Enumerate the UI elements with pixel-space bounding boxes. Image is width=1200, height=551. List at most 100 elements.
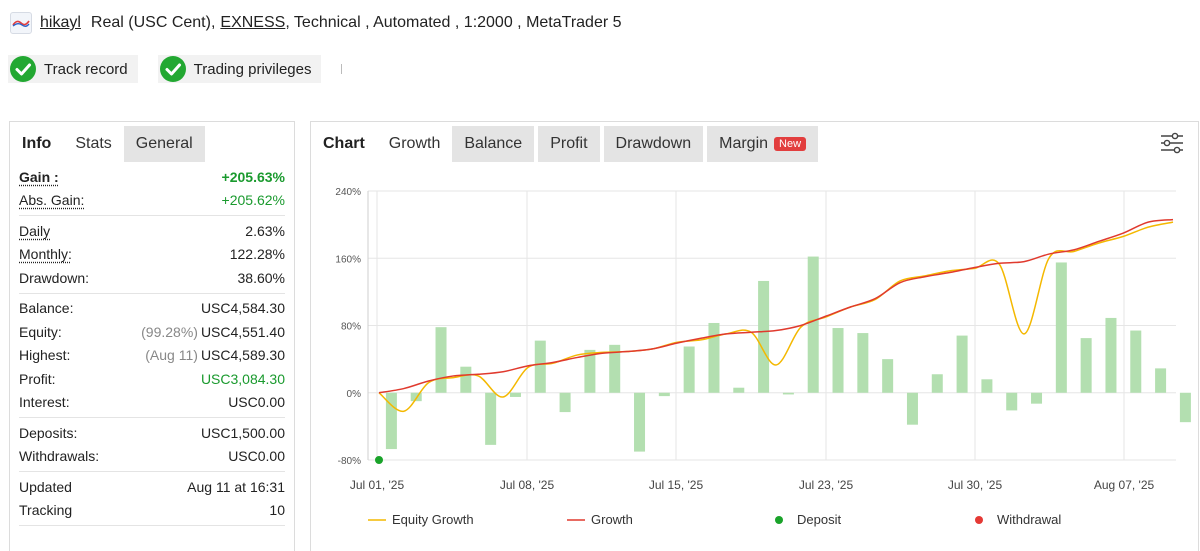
legend-label: Deposit bbox=[797, 512, 841, 527]
stats-group: Gain : +205.63% Abs. Gain: +205.62% bbox=[19, 162, 285, 216]
account-header: hikayl Real (USC Cent), EXNESS , Technic… bbox=[10, 10, 622, 36]
y-tick-label: 80% bbox=[341, 322, 361, 333]
legend-item[interactable]: Equity Growth bbox=[368, 512, 474, 527]
account-type: Real (USC Cent), bbox=[90, 14, 216, 31]
tab-margin[interactable]: Margin New bbox=[707, 126, 819, 162]
equity-growth-line bbox=[378, 221, 1174, 412]
stat-value-text: 122.28% bbox=[229, 246, 285, 263]
legend-label: Equity Growth bbox=[392, 512, 474, 527]
check-icon bbox=[159, 56, 186, 82]
bar bbox=[1055, 262, 1067, 393]
stat-row: Updated Aug 11 at 16:31 bbox=[19, 475, 285, 499]
stat-value: 2.63% bbox=[245, 223, 285, 239]
stat-label: Drawdown: bbox=[19, 269, 90, 286]
badge-label: Track record bbox=[44, 60, 128, 78]
bar bbox=[410, 392, 422, 402]
stat-value-text: USC3,084.30 bbox=[200, 370, 285, 387]
stat-value: +205.62% bbox=[222, 192, 285, 208]
y-tick-label: 240% bbox=[335, 187, 361, 198]
stat-label: Balance: bbox=[19, 300, 74, 317]
stat-label: Equity: bbox=[19, 323, 62, 340]
bar bbox=[634, 392, 646, 452]
legend-item[interactable]: Growth bbox=[567, 512, 633, 527]
deposit-marker bbox=[375, 456, 383, 464]
bar bbox=[882, 359, 894, 393]
x-tick-label: Aug 07, '25 bbox=[1094, 478, 1155, 492]
bar bbox=[1031, 392, 1043, 404]
bar bbox=[460, 366, 472, 393]
bar bbox=[782, 392, 794, 395]
tab-margin-label: Margin bbox=[719, 135, 769, 152]
legend-item[interactable]: Withdrawal bbox=[975, 512, 1061, 527]
stat-value-text: 38.60% bbox=[237, 269, 285, 286]
tab-balance[interactable]: Balance bbox=[452, 126, 535, 162]
legend-swatch bbox=[775, 516, 783, 524]
stat-value: (Aug 11) USC4,589.30 bbox=[145, 347, 285, 363]
legend-swatch bbox=[975, 516, 983, 524]
y-tick-label: 160% bbox=[335, 254, 361, 265]
stat-label: Highest: bbox=[19, 347, 71, 364]
tab-profit[interactable]: Profit bbox=[538, 126, 600, 162]
growth-line bbox=[378, 218, 1174, 394]
bar bbox=[1105, 317, 1117, 393]
stat-row: Highest: (Aug 11) USC4,589.30 bbox=[19, 344, 285, 368]
stat-prefix: (Aug 11) bbox=[145, 347, 198, 364]
stat-value: 38.60% bbox=[238, 270, 285, 286]
username-link[interactable]: hikayl bbox=[40, 14, 81, 32]
stat-value-text: USC0.00 bbox=[228, 394, 285, 411]
stat-value: USC0.00 bbox=[228, 394, 285, 410]
x-tick-label: Jul 15, '25 bbox=[649, 478, 704, 492]
stats-group: Deposits: USC1,500.00 Withdrawals: USC0.00 bbox=[19, 418, 285, 472]
stat-label: Deposits: bbox=[19, 424, 78, 441]
bar bbox=[485, 392, 497, 445]
stats-group: Updated Aug 11 at 16:31 Tracking 10 bbox=[19, 472, 285, 526]
tab-growth[interactable]: Growth bbox=[376, 126, 453, 162]
tab-chart[interactable]: Chart bbox=[311, 126, 377, 162]
stat-label: Monthly: bbox=[19, 246, 72, 263]
bar bbox=[857, 333, 869, 393]
stat-value: USC1,500.00 bbox=[201, 425, 285, 441]
tab-drawdown[interactable]: Drawdown bbox=[603, 126, 704, 162]
bar bbox=[708, 322, 720, 393]
bar bbox=[906, 392, 918, 425]
verification-badges: Track record Trading privileges bbox=[8, 55, 343, 83]
tab-info[interactable]: Info bbox=[10, 126, 64, 162]
stat-value: USC0.00 bbox=[228, 448, 285, 464]
stat-row: Profit: USC3,084.30 bbox=[19, 367, 285, 391]
bar bbox=[658, 392, 670, 397]
stat-label: Abs. Gain: bbox=[19, 192, 85, 209]
stat-row: Abs. Gain: +205.62% bbox=[19, 189, 285, 213]
stat-value: 10 bbox=[269, 502, 285, 518]
stat-label: Gain : bbox=[19, 168, 59, 185]
badge-label: Trading privileges bbox=[193, 60, 312, 78]
stat-label: Withdrawals: bbox=[19, 448, 100, 465]
bar bbox=[683, 346, 695, 393]
broker-link[interactable]: EXNESS bbox=[220, 14, 285, 32]
stat-row: Drawdown: 38.60% bbox=[19, 266, 285, 290]
stat-row: Balance: USC4,584.30 bbox=[19, 297, 285, 321]
bar bbox=[981, 379, 993, 393]
chart-settings-icon[interactable] bbox=[1160, 132, 1184, 154]
trading-privileges-badge[interactable]: Trading privileges bbox=[157, 55, 322, 83]
tab-general[interactable]: General bbox=[123, 126, 205, 162]
stat-label: Tracking bbox=[19, 502, 73, 519]
legend-item[interactable]: Deposit bbox=[775, 512, 841, 527]
legend-label: Withdrawal bbox=[997, 512, 1061, 527]
y-tick-label: 0% bbox=[347, 389, 362, 400]
stat-row: Tracking 10 bbox=[19, 499, 285, 523]
stat-value-text: USC4,584.30 bbox=[200, 300, 285, 317]
stat-value-text: USC4,589.30 bbox=[200, 347, 285, 364]
bar bbox=[832, 328, 844, 393]
bar bbox=[509, 392, 521, 397]
stat-value-text: USC1,500.00 bbox=[200, 424, 285, 441]
stat-row: Interest: USC0.00 bbox=[19, 391, 285, 415]
stat-value: 122.28% bbox=[230, 246, 285, 262]
bar bbox=[534, 340, 546, 393]
stat-row: Deposits: USC1,500.00 bbox=[19, 421, 285, 445]
bar bbox=[1080, 338, 1092, 393]
track-record-badge[interactable]: Track record bbox=[8, 55, 138, 83]
stat-value-text: USC4,551.40 bbox=[200, 323, 285, 340]
tab-stats[interactable]: Stats bbox=[63, 126, 124, 162]
bar bbox=[559, 392, 571, 413]
y-tick-label: -80% bbox=[338, 456, 361, 467]
